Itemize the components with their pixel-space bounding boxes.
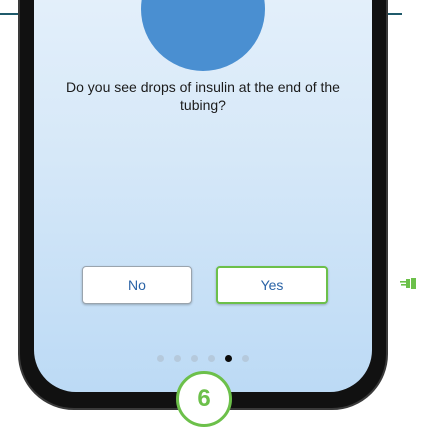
yes-button-label: Yes: [260, 277, 284, 293]
pagination-dot[interactable]: [208, 355, 215, 362]
pagination-dot-active[interactable]: [225, 355, 232, 362]
pagination-dot[interactable]: [191, 355, 198, 362]
hand-pointer-icon: [400, 278, 416, 289]
question-text: Do you see drops of insulin at the end o…: [66, 79, 340, 113]
illustration-circle: [141, 0, 265, 71]
pagination-dot[interactable]: [174, 355, 181, 362]
pagination-dots: [34, 355, 372, 362]
phone-frame: Do you see drops of insulin at the end o…: [18, 0, 388, 410]
step-number: 6: [197, 385, 211, 412]
step-number-badge: 6: [176, 371, 232, 427]
phone-screen: Do you see drops of insulin at the end o…: [34, 0, 372, 392]
tutorial-stage: Do you see drops of insulin at the end o…: [0, 0, 422, 430]
pagination-dot[interactable]: [242, 355, 249, 362]
no-button[interactable]: No: [82, 266, 192, 304]
yes-button[interactable]: Yes: [216, 266, 328, 304]
no-button-label: No: [128, 277, 146, 293]
pagination-dot[interactable]: [157, 355, 164, 362]
